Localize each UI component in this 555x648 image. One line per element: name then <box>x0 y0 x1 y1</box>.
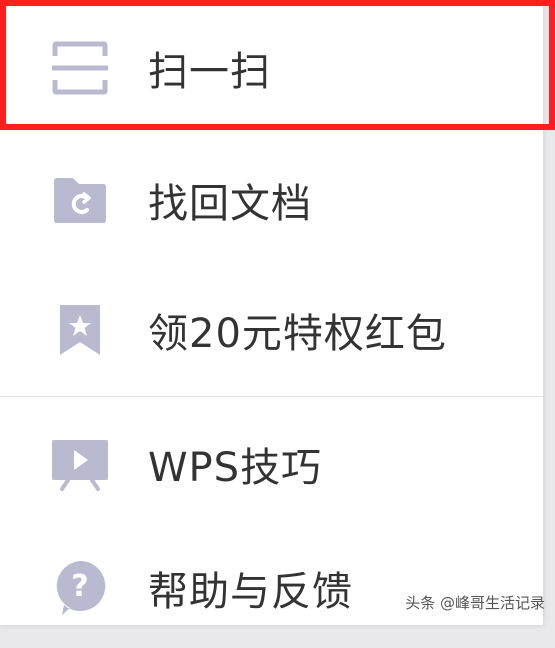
recover-folder-icon <box>50 170 110 230</box>
menu-item-scan[interactable]: 扫一扫 <box>0 8 543 128</box>
help-question-icon: ? <box>50 558 110 618</box>
menu-item-red-packet[interactable]: 领20元特权红包 <box>0 270 543 390</box>
svg-text:?: ? <box>71 569 88 604</box>
menu-item-help-feedback[interactable]: ? 帮助与反馈 <box>0 528 543 648</box>
divider <box>0 396 543 397</box>
menu-item-label: 领20元特权红包 <box>148 311 447 357</box>
scan-icon <box>50 38 110 98</box>
video-tips-icon <box>50 434 110 494</box>
menu-item-recover-docs[interactable]: 找回文档 <box>0 140 543 260</box>
menu-item-wps-tips[interactable]: WPS技巧 <box>0 404 543 524</box>
bookmark-star-icon <box>50 300 110 360</box>
menu-item-label: 找回文档 <box>148 181 312 227</box>
menu-item-label: 扫一扫 <box>148 49 271 95</box>
watermark: 头条 @峰哥生活记录 <box>405 594 545 612</box>
menu-item-label: WPS技巧 <box>148 445 323 491</box>
menu-panel: 扫一扫 找回文档 领20元特权红包 WPS技巧 ? 帮助与反馈 <box>0 0 543 625</box>
menu-item-label: 帮助与反馈 <box>148 569 353 615</box>
